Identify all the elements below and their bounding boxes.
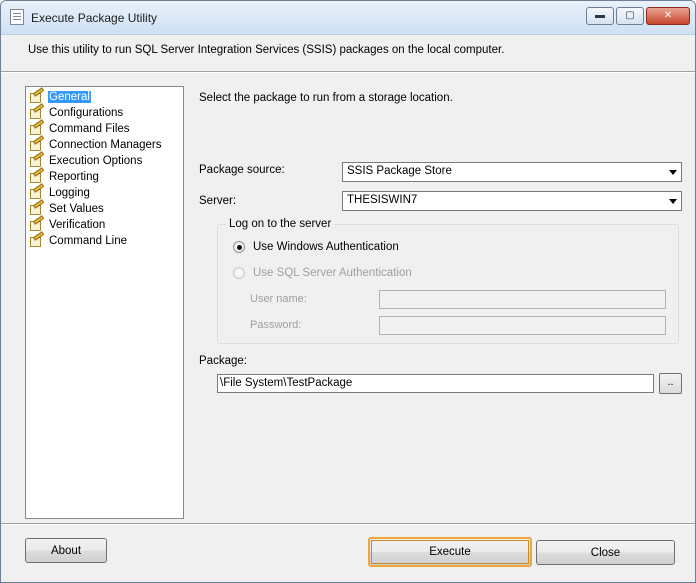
nav-item-connection-managers[interactable]: Connection Managers [28,135,163,153]
server-label: Server: [199,195,237,207]
nav-item-command-line[interactable]: Command Line [28,231,128,249]
nav-item-label: Execution Options [49,155,143,167]
password-field [379,316,666,335]
windows-auth-option[interactable]: Use Windows Authentication [233,241,399,253]
general-description: Select the package to run from a storage… [199,92,453,104]
nav-item-label: Command Line [49,235,127,247]
maximize-icon: ▢ [625,10,635,21]
nav-item-command-files[interactable]: Command Files [28,119,131,137]
package-source-select[interactable]: SSIS Package Store [342,162,682,182]
document-icon [10,9,24,25]
close-window-button[interactable]: ✕ [646,7,690,25]
close-icon: ✕ [663,10,673,21]
nav-item-set-values[interactable]: Set Values [28,199,105,217]
browse-package-button[interactable]: .. [659,373,682,394]
nav-item-label: Logging [49,187,90,199]
package-label: Package: [199,355,247,367]
package-source-value: SSIS Package Store [347,165,452,177]
logon-group-title: Log on to the server [226,218,335,230]
nav-item-execution-options[interactable]: Execution Options [28,151,143,169]
page-navigation-list: General Configurations Command Files Con… [25,86,184,519]
execute-button[interactable]: Execute [368,537,532,567]
minimize-button[interactable]: ▬ [586,7,614,25]
windows-auth-label: Use Windows Authentication [253,241,399,253]
close-button[interactable]: Close [536,540,675,565]
sql-auth-radio [233,267,245,279]
nav-item-label: Set Values [49,203,104,215]
password-label: Password: [250,319,302,331]
top-separator [1,71,695,73]
page-edit-icon [28,231,45,248]
minimize-icon: ▬ [595,10,605,21]
server-value: THESISWIN7 [347,194,418,206]
chevron-down-icon[interactable] [665,164,680,180]
windows-auth-radio[interactable] [233,241,245,253]
intro-text: Use this utility to run SQL Server Integ… [28,44,505,56]
bottom-separator [1,523,695,525]
server-select[interactable]: THESISWIN7 [342,191,682,211]
sql-auth-label: Use SQL Server Authentication [253,267,412,279]
nav-item-verification[interactable]: Verification [28,215,106,233]
user-name-label: User name: [250,293,307,305]
sql-auth-option: Use SQL Server Authentication [233,267,412,279]
nav-item-label: Reporting [49,171,99,183]
nav-item-label: Configurations [49,107,124,119]
nav-item-label: Command Files [49,123,130,135]
window-controls: ▬ ▢ ✕ [586,7,690,27]
nav-item-label: Verification [49,219,106,231]
package-source-label: Package source: [199,164,285,176]
nav-item-configurations[interactable]: Configurations [28,103,124,121]
title-bar[interactable]: Execute Package Utility ▬ ▢ ✕ [1,1,695,35]
package-path-input[interactable]: \File System\TestPackage [217,374,654,393]
nav-item-general[interactable]: General [28,87,91,105]
chevron-down-icon[interactable] [665,193,680,209]
window-title: Execute Package Utility [31,11,158,25]
maximize-button[interactable]: ▢ [616,7,644,25]
nav-item-label: Connection Managers [49,139,162,151]
execute-package-utility-window: Execute Package Utility ▬ ▢ ✕ Use this u… [0,0,696,583]
nav-item-reporting[interactable]: Reporting [28,167,100,185]
nav-item-logging[interactable]: Logging [28,183,91,201]
nav-item-label: General [48,91,91,103]
user-name-field [379,290,666,309]
about-button[interactable]: About [25,538,107,563]
